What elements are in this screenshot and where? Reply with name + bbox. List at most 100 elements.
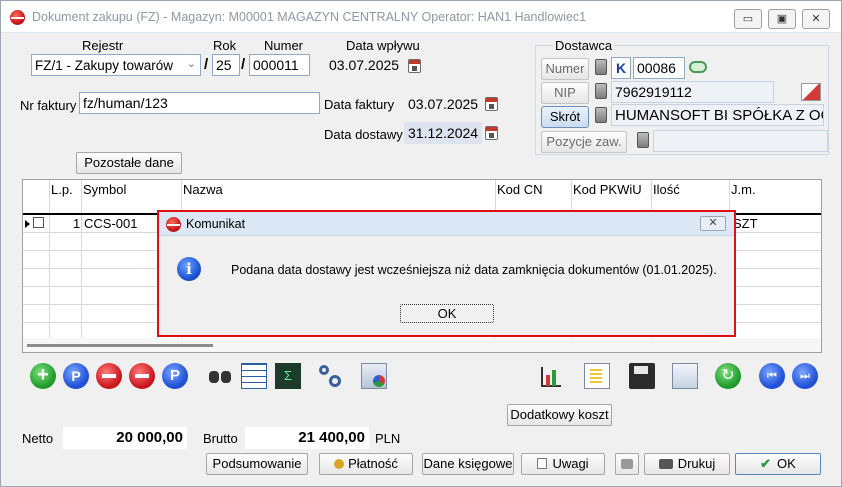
previous-icon[interactable]: ⏮: [759, 363, 785, 389]
podsumowanie-button[interactable]: Podsumowanie: [206, 453, 308, 475]
dane-ksiegowe-button[interactable]: Dane księgowe: [422, 453, 514, 475]
dialog-message: Podana data dostawy jest wcześniejsza ni…: [231, 263, 717, 277]
edit-icon[interactable]: P: [63, 363, 89, 389]
book-icon[interactable]: [595, 59, 607, 75]
dostawca-skrot-button[interactable]: Skrót: [541, 106, 589, 128]
slash-separator-2: /: [241, 56, 246, 73]
message-dialog: Komunikat ✕ i Podana data dostawy jest w…: [157, 210, 736, 337]
kontrahent-type-badge: K: [611, 57, 631, 79]
column-header-lp[interactable]: L.p.: [51, 182, 73, 197]
checkmark-icon: ✔: [760, 456, 772, 471]
printer-settings-icon: [621, 459, 633, 469]
calendar-icon[interactable]: [408, 59, 421, 73]
column-header-kod-cn[interactable]: Kod CN: [497, 182, 543, 197]
rejestr-select[interactable]: FZ/1 - Zakupy towarów ⌄: [31, 54, 201, 76]
chart-window-icon[interactable]: [361, 363, 387, 389]
column-header-kod-pkwiu[interactable]: Kod PKWiU: [573, 182, 642, 197]
column-header-nazwa[interactable]: Nazwa: [183, 182, 223, 197]
numer-label: Numer: [264, 38, 304, 53]
table-search-icon[interactable]: [241, 363, 267, 389]
platnosc-button[interactable]: Płatność: [319, 453, 413, 475]
rok-label: Rok: [213, 38, 237, 53]
column-header-ilosc[interactable]: Ilość: [653, 182, 680, 197]
dialog-title-bar: Komunikat ✕: [159, 212, 734, 236]
minimize-button[interactable]: ▭: [734, 9, 762, 29]
row-checkbox[interactable]: [33, 217, 44, 228]
dostawca-skrot-field[interactable]: HUMANSOFT BI SPÓŁKA Z OG: [611, 104, 824, 126]
data-dostawy-label: Data dostawy: [324, 127, 403, 142]
check-flag-icon[interactable]: [801, 83, 821, 101]
row-lp: 1: [73, 216, 81, 231]
pozycje-zaw-field[interactable]: [653, 130, 828, 152]
dostawca-numer-field[interactable]: 00086: [633, 57, 685, 79]
app-logo-icon: [10, 10, 25, 25]
pozostale-dane-button[interactable]: Pozostałe dane: [76, 152, 182, 174]
netto-value: 20 000,00: [63, 427, 187, 449]
currency-label: PLN: [375, 431, 401, 446]
document-icon[interactable]: [584, 363, 610, 389]
scrollbar-thumb[interactable]: [27, 344, 213, 347]
bar-chart-icon[interactable]: [538, 363, 564, 389]
data-dostawy-field[interactable]: 31.12.2024: [404, 122, 482, 144]
dostawca-nip-field[interactable]: 7962919112: [611, 81, 774, 103]
printer-icon: [658, 459, 673, 469]
column-header-symbol[interactable]: Symbol: [83, 182, 126, 197]
data-faktury-field[interactable]: 03.07.2025: [404, 93, 482, 115]
delete-selected-icon[interactable]: [129, 363, 155, 389]
dialog-title: Komunikat: [186, 217, 246, 231]
drukuj-label: Drukuj: [677, 456, 716, 471]
windows-icon[interactable]: [672, 363, 698, 389]
platnosc-label: Płatność: [348, 456, 398, 471]
horizontal-scrollbar[interactable]: [23, 338, 821, 352]
next-icon[interactable]: ⏭: [792, 363, 818, 389]
print-settings-button[interactable]: [615, 453, 639, 475]
row-symbol: CCS-001: [84, 216, 138, 231]
book-icon[interactable]: [595, 83, 607, 99]
document-window: Dokument zakupu (FZ) - Magazyn: M00001 M…: [0, 0, 842, 487]
dialog-ok-button[interactable]: OK: [400, 304, 494, 323]
dodatkowy-koszt-button[interactable]: Dodatkowy koszt: [507, 404, 612, 426]
brutto-value: 21 400,00: [245, 427, 369, 449]
data-wplywu-label: Data wpływu: [346, 38, 420, 53]
ok-button[interactable]: ✔ OK: [735, 453, 821, 475]
dostawca-numer-button[interactable]: Numer: [541, 58, 589, 80]
nr-faktury-label: Nr faktury: [20, 98, 77, 113]
calendar-icon[interactable]: [485, 97, 498, 111]
ok-label: OK: [777, 456, 796, 471]
dostawca-nip-button[interactable]: NIP: [541, 82, 589, 104]
dostawca-label: Dostawca: [553, 38, 615, 53]
data-wplywu-value: 03.07.2025: [329, 57, 400, 73]
preview-icon[interactable]: P: [162, 363, 188, 389]
numer-field[interactable]: 000011: [249, 54, 310, 76]
uwagi-button[interactable]: Uwagi: [521, 453, 605, 475]
add-icon[interactable]: +: [30, 363, 56, 389]
info-icon: i: [177, 257, 201, 281]
sum-icon[interactable]: Σ: [275, 363, 301, 389]
dialog-close-button[interactable]: ✕: [700, 216, 726, 231]
maximize-button[interactable]: ▣: [768, 9, 796, 29]
row-jm: SZT: [733, 216, 758, 231]
binoculars-icon[interactable]: [207, 363, 233, 389]
gears-icon[interactable]: [317, 363, 343, 389]
netto-label: Netto: [22, 431, 54, 446]
save-icon[interactable]: [629, 363, 655, 389]
refresh-icon[interactable]: ↻: [715, 363, 741, 389]
slash-separator: /: [204, 56, 209, 73]
drukuj-button[interactable]: Drukuj: [644, 453, 730, 475]
uwagi-label: Uwagi: [552, 456, 589, 471]
book-icon[interactable]: [637, 132, 649, 148]
rok-field[interactable]: 25: [212, 54, 240, 76]
handshake-icon[interactable]: [689, 61, 707, 73]
rejestr-value: FZ/1 - Zakupy towarów: [35, 58, 174, 73]
app-logo-icon: [166, 217, 181, 232]
window-title: Dokument zakupu (FZ) - Magazyn: M00001 M…: [32, 10, 587, 24]
nr-faktury-field[interactable]: fz/human/123: [79, 92, 320, 114]
title-bar: Dokument zakupu (FZ) - Magazyn: M00001 M…: [1, 1, 841, 33]
calendar-icon[interactable]: [485, 126, 498, 140]
book-icon[interactable]: [595, 107, 607, 123]
column-header-jm[interactable]: J.m.: [731, 182, 756, 197]
note-icon: [537, 458, 548, 469]
close-window-button[interactable]: ✕: [802, 9, 830, 29]
delete-icon[interactable]: [96, 363, 122, 389]
pozycje-zaw-button[interactable]: Pozycje zaw.: [541, 131, 627, 153]
